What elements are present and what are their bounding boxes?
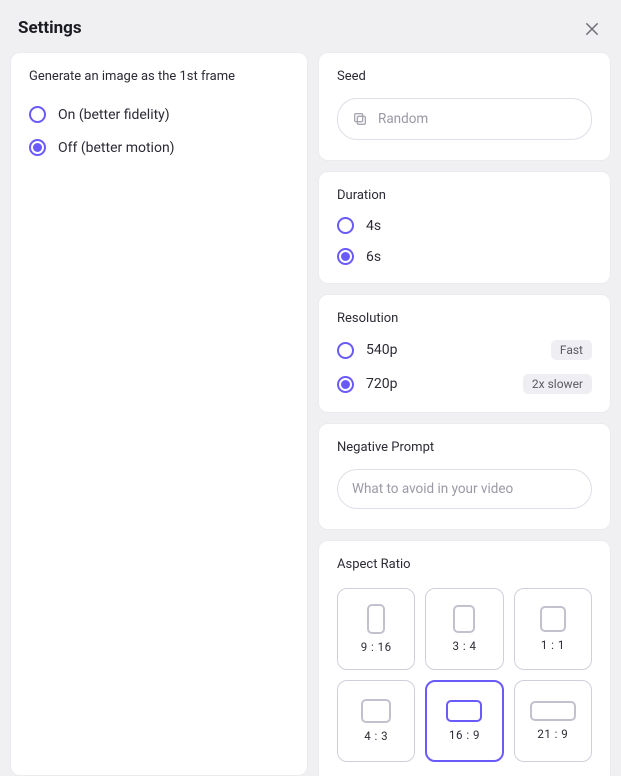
radio-label: On (better fidelity) bbox=[58, 107, 170, 123]
aspect-ratio-label-text: 1 : 1 bbox=[541, 638, 565, 652]
dialog-body: Generate an image as the 1st frame On (b… bbox=[0, 40, 621, 776]
right-column: Seed Random Duration 4s bbox=[318, 52, 611, 776]
duration-label: Duration bbox=[337, 188, 592, 203]
aspect-shape-icon bbox=[361, 699, 391, 723]
aspect-ratio-label-text: 3 : 4 bbox=[453, 639, 477, 653]
aspect-ratio-1-1[interactable]: 1 : 1 bbox=[514, 588, 592, 670]
radio-label: 540p bbox=[366, 342, 397, 358]
radio-icon bbox=[29, 139, 46, 156]
aspect-shape-icon bbox=[540, 606, 566, 632]
seed-placeholder: Random bbox=[378, 111, 428, 127]
dialog-header: Settings bbox=[0, 0, 621, 40]
radio-first-frame-off[interactable]: Off (better motion) bbox=[29, 139, 289, 156]
radio-label: Off (better motion) bbox=[58, 140, 175, 156]
negative-prompt-label: Negative Prompt bbox=[337, 440, 592, 455]
radio-label: 720p bbox=[366, 376, 397, 392]
radio-label: 4s bbox=[366, 218, 381, 234]
resolution-options: 540p Fast 720p 2x slower bbox=[337, 340, 592, 394]
radio-icon bbox=[337, 248, 354, 265]
close-icon bbox=[583, 20, 601, 38]
resolution-label: Resolution bbox=[337, 311, 592, 326]
speed-chip: Fast bbox=[551, 340, 592, 360]
radio-icon bbox=[337, 217, 354, 234]
copy-icon bbox=[352, 111, 368, 127]
first-frame-panel: Generate an image as the 1st frame On (b… bbox=[10, 52, 308, 776]
negative-prompt-input[interactable]: What to avoid in your video bbox=[337, 469, 592, 509]
resolution-panel: Resolution 540p Fast 720p 2x slower bbox=[318, 294, 611, 413]
radio-icon bbox=[337, 376, 354, 393]
aspect-ratio-label-text: 16 : 9 bbox=[449, 728, 480, 742]
aspect-shape-icon bbox=[530, 701, 576, 721]
radio-duration-4s[interactable]: 4s bbox=[337, 217, 592, 234]
negative-prompt-panel: Negative Prompt What to avoid in your vi… bbox=[318, 423, 611, 530]
aspect-ratio-9-16[interactable]: 9 : 16 bbox=[337, 588, 415, 670]
aspect-ratio-3-4[interactable]: 3 : 4 bbox=[425, 588, 503, 670]
settings-dialog: Settings Generate an image as the 1st fr… bbox=[0, 0, 621, 776]
aspect-ratio-label-text: 9 : 16 bbox=[361, 640, 392, 654]
aspect-shape-icon bbox=[367, 604, 385, 634]
radio-duration-6s[interactable]: 6s bbox=[337, 248, 592, 265]
radio-resolution-540p[interactable]: 540p Fast bbox=[337, 340, 592, 360]
speed-chip: 2x slower bbox=[523, 374, 592, 394]
aspect-ratio-label: Aspect Ratio bbox=[337, 557, 592, 572]
radio-first-frame-on[interactable]: On (better fidelity) bbox=[29, 106, 289, 123]
seed-label: Seed bbox=[337, 69, 592, 84]
seed-input[interactable]: Random bbox=[337, 98, 592, 140]
radio-icon bbox=[29, 106, 46, 123]
duration-options: 4s 6s bbox=[337, 217, 592, 265]
aspect-ratio-4-3[interactable]: 4 : 3 bbox=[337, 680, 415, 762]
seed-panel: Seed Random bbox=[318, 52, 611, 161]
aspect-shape-icon bbox=[453, 605, 475, 633]
aspect-ratio-label-text: 21 : 9 bbox=[537, 727, 568, 741]
dialog-title: Settings bbox=[18, 18, 82, 38]
close-button[interactable] bbox=[581, 18, 603, 40]
aspect-ratio-16-9[interactable]: 16 : 9 bbox=[425, 680, 503, 762]
aspect-ratio-21-9[interactable]: 21 : 9 bbox=[514, 680, 592, 762]
aspect-shape-icon bbox=[446, 700, 482, 722]
radio-icon bbox=[337, 342, 354, 359]
first-frame-label: Generate an image as the 1st frame bbox=[29, 69, 289, 84]
radio-label: 6s bbox=[366, 249, 381, 265]
duration-panel: Duration 4s 6s bbox=[318, 171, 611, 284]
first-frame-options: On (better fidelity) Off (better motion) bbox=[29, 106, 289, 156]
aspect-ratio-panel: Aspect Ratio 9 : 16 3 : 4 1 : 1 bbox=[318, 540, 611, 776]
aspect-ratio-grid: 9 : 16 3 : 4 1 : 1 4 : 3 bbox=[337, 588, 592, 762]
aspect-ratio-label-text: 4 : 3 bbox=[364, 729, 388, 743]
negative-prompt-placeholder: What to avoid in your video bbox=[352, 481, 513, 497]
left-column: Generate an image as the 1st frame On (b… bbox=[10, 52, 308, 776]
radio-resolution-720p[interactable]: 720p 2x slower bbox=[337, 374, 592, 394]
